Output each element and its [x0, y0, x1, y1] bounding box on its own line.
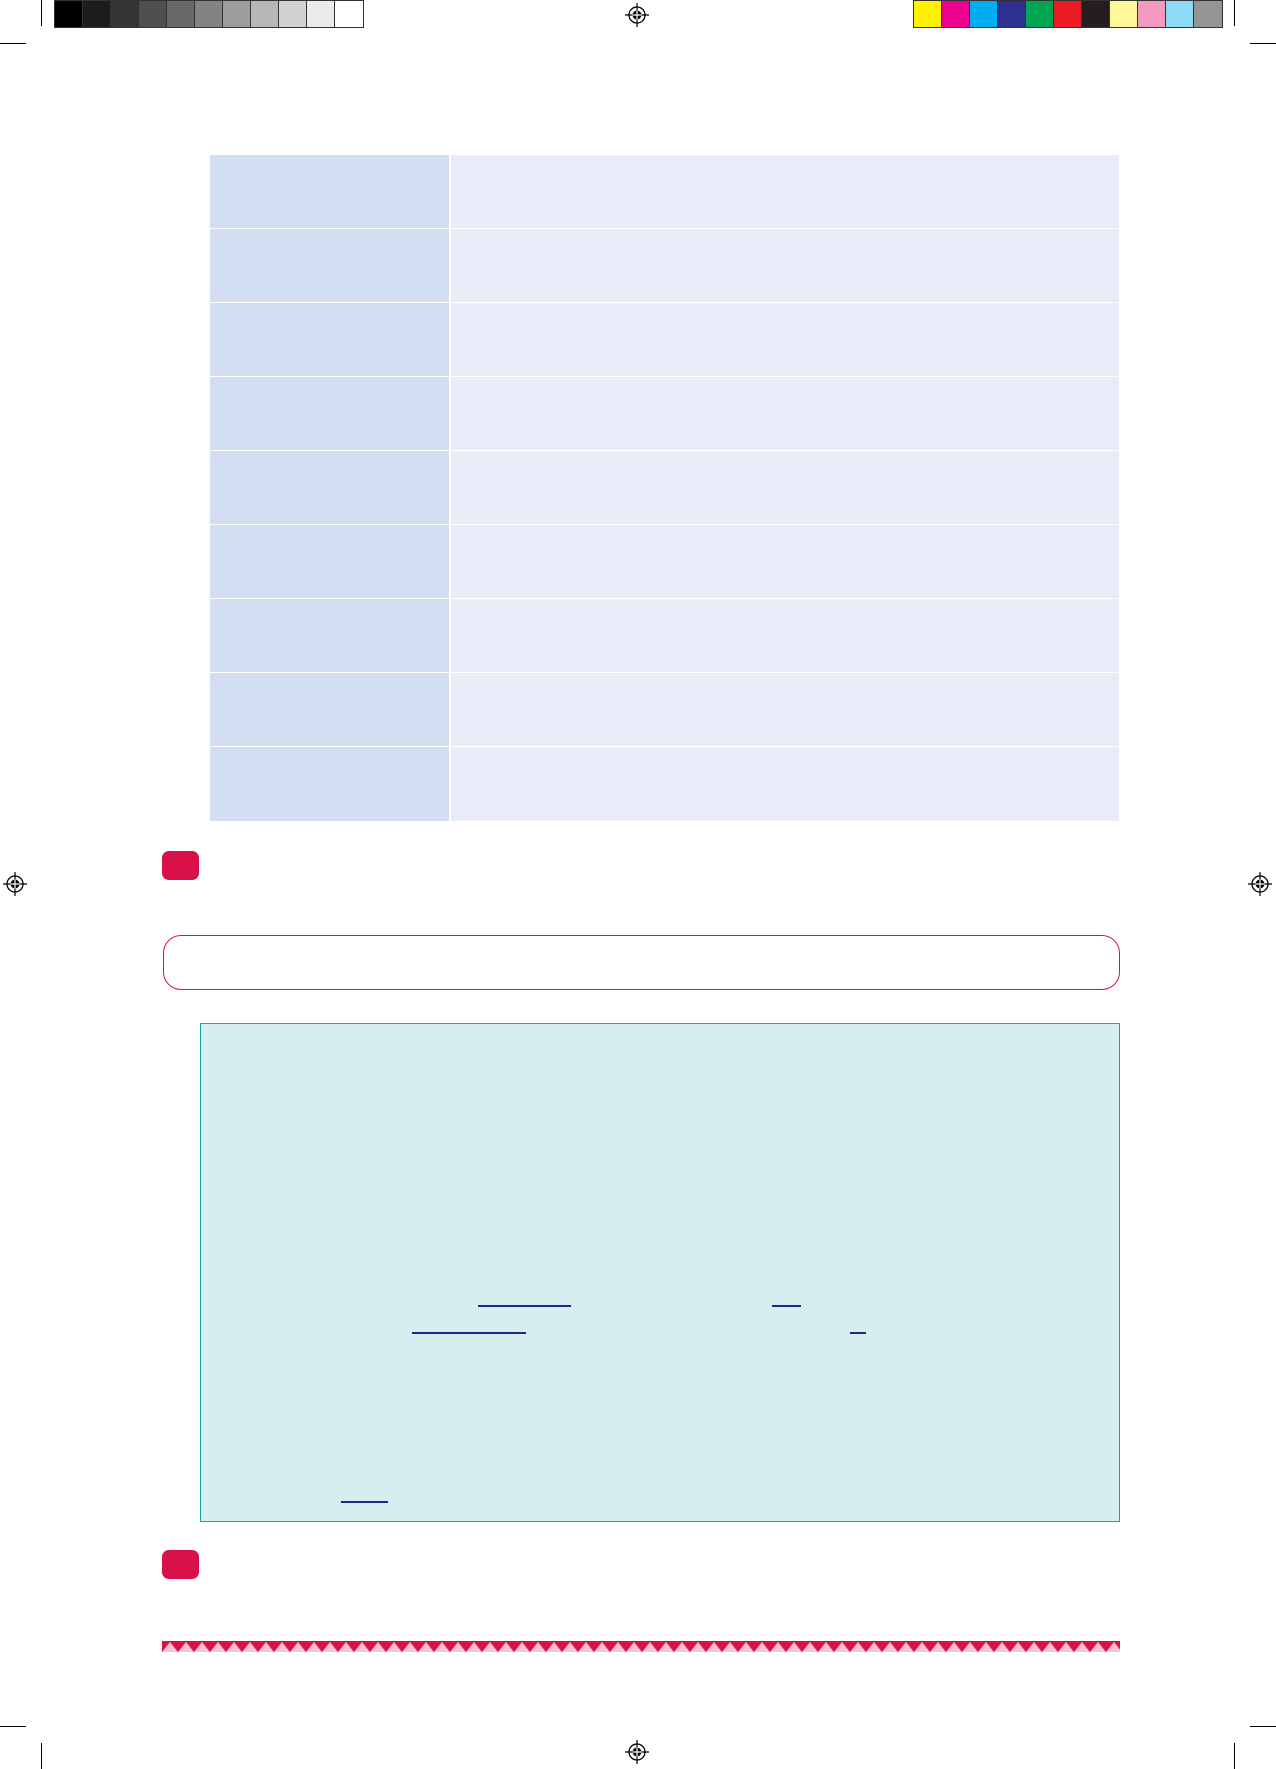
table-label-cell [210, 377, 451, 450]
table-label-cell [210, 451, 451, 524]
color-swatch [1026, 1, 1054, 27]
registration-mark-top-icon [625, 3, 649, 27]
color-swatch [1082, 1, 1110, 27]
color-swatch [914, 1, 942, 27]
gray-swatch [251, 1, 279, 27]
link-underline[interactable] [412, 1332, 526, 1334]
registration-mark-bottom-icon [625, 1740, 649, 1764]
crop-mark [0, 43, 26, 44]
table-value-cell [451, 747, 1119, 821]
table-label-cell [210, 303, 451, 376]
link-underline[interactable] [478, 1305, 571, 1307]
crop-mark [1250, 1726, 1276, 1727]
table-row [210, 451, 1119, 525]
table-label-cell [210, 747, 451, 821]
crop-mark [41, 0, 42, 26]
color-swatch [998, 1, 1026, 27]
crop-mark [41, 1743, 42, 1769]
info-box [200, 1023, 1120, 1522]
table-value-cell [451, 673, 1119, 746]
gray-swatch [307, 1, 335, 27]
crop-mark [1250, 43, 1276, 44]
crop-mark [1234, 1743, 1235, 1769]
table-value-cell [451, 377, 1119, 450]
table-label-cell [210, 229, 451, 302]
table-row [210, 599, 1119, 673]
color-swatch [1194, 1, 1222, 27]
color-swatch [1166, 1, 1194, 27]
gray-swatch [335, 1, 363, 27]
table-label-cell [210, 525, 451, 598]
color-swatch [942, 1, 970, 27]
decorative-zigzag-band [162, 1641, 1120, 1652]
table-row [210, 673, 1119, 747]
table-label-cell [210, 599, 451, 672]
link-underline[interactable] [341, 1501, 388, 1503]
link-underline[interactable] [772, 1305, 801, 1307]
table-row [210, 377, 1119, 451]
table-row [210, 155, 1119, 229]
gray-swatch [279, 1, 307, 27]
table-value-cell [451, 525, 1119, 598]
table-row [210, 747, 1119, 821]
gray-swatch [195, 1, 223, 27]
crop-mark [0, 1726, 26, 1727]
gray-swatch [139, 1, 167, 27]
color-swatch [970, 1, 998, 27]
section-marker [162, 1550, 199, 1579]
registration-mark-right-icon [1248, 872, 1272, 896]
two-column-table [210, 155, 1119, 821]
table-value-cell [451, 155, 1119, 228]
table-row [210, 303, 1119, 377]
color-swatch [1138, 1, 1166, 27]
outlined-heading-box [163, 935, 1120, 990]
table-value-cell [451, 229, 1119, 302]
process-color-bar [913, 0, 1223, 28]
table-row [210, 525, 1119, 599]
link-underline[interactable] [850, 1332, 866, 1334]
crop-mark [1234, 0, 1235, 26]
registration-mark-left-icon [3, 872, 27, 896]
table-label-cell [210, 673, 451, 746]
gray-swatch [83, 1, 111, 27]
table-label-cell [210, 155, 451, 228]
table-value-cell [451, 451, 1119, 524]
table-row [210, 229, 1119, 303]
color-swatch [1110, 1, 1138, 27]
section-marker [162, 851, 199, 880]
table-value-cell [451, 303, 1119, 376]
color-swatch [1054, 1, 1082, 27]
gray-swatch [55, 1, 83, 27]
gray-swatch [111, 1, 139, 27]
gray-swatch [223, 1, 251, 27]
table-value-cell [451, 599, 1119, 672]
gray-swatch [167, 1, 195, 27]
grayscale-color-bar [54, 0, 364, 28]
